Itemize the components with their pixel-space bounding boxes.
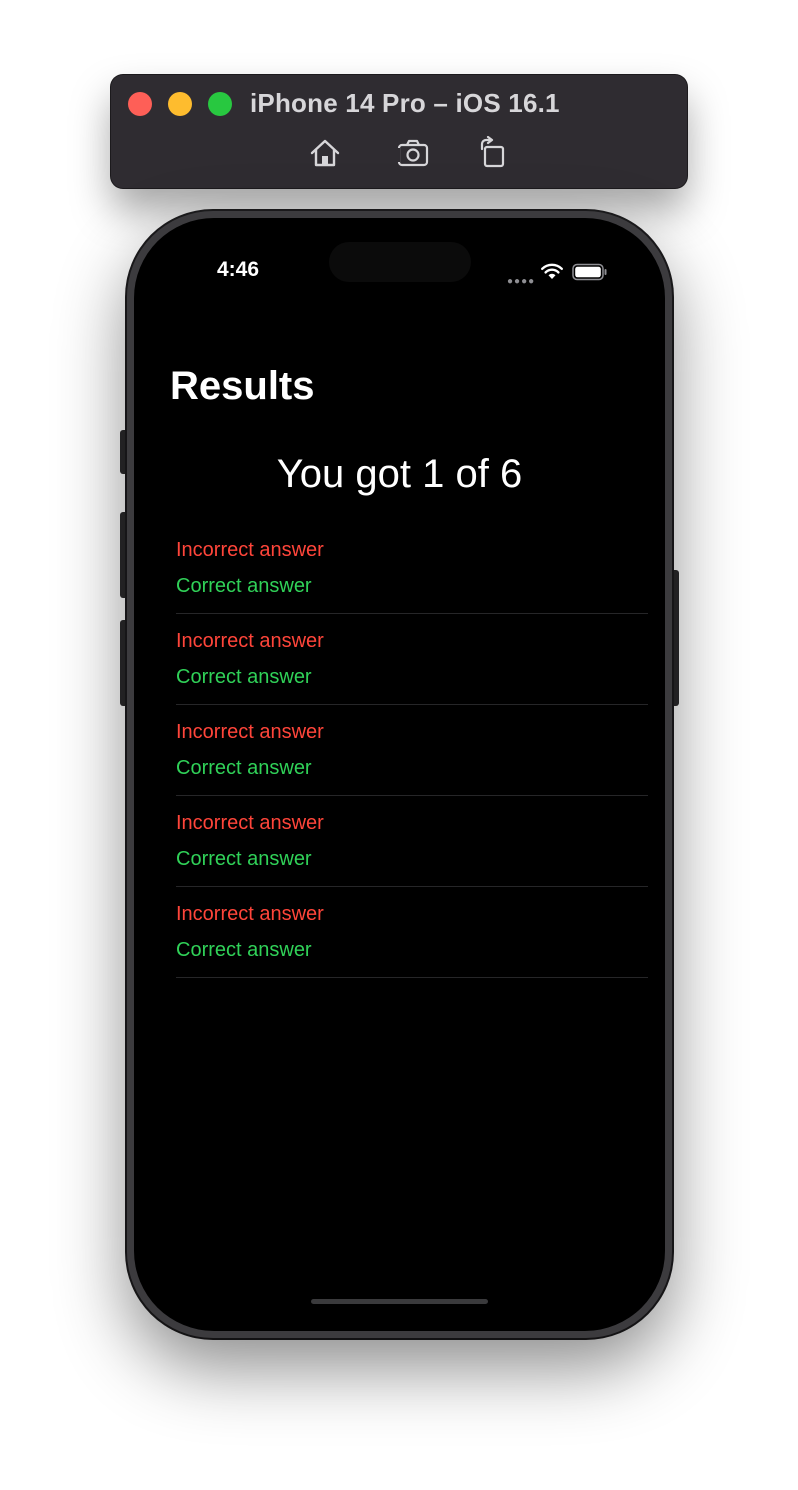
incorrect-answer-label: Incorrect answer xyxy=(176,721,324,743)
home-icon xyxy=(310,139,340,167)
screenshot-button[interactable] xyxy=(396,136,430,170)
answer-row: Incorrect answer Correct answer xyxy=(176,705,648,796)
zoom-window-button[interactable] xyxy=(208,92,232,116)
minimize-window-button[interactable] xyxy=(168,92,192,116)
answer-row: Incorrect answer Correct answer xyxy=(176,887,648,978)
correct-answer-label: Correct answer xyxy=(176,666,312,688)
rotate-icon xyxy=(480,136,505,168)
status-time: 4:46 xyxy=(217,258,260,281)
power-button xyxy=(671,570,679,706)
simulator-window: iPhone 14 Pro – iOS 16.1 4:46 ●●●● Resul… xyxy=(0,0,798,1490)
battery-icon xyxy=(572,263,607,281)
answer-list[interactable]: Incorrect answer Correct answer Incorrec… xyxy=(176,523,648,978)
correct-answer-label: Correct answer xyxy=(176,757,312,779)
dynamic-island xyxy=(329,242,471,282)
home-button[interactable] xyxy=(308,136,342,170)
incorrect-answer-label: Incorrect answer xyxy=(176,630,324,652)
correct-answer-label: Correct answer xyxy=(176,575,312,597)
simulator-title: iPhone 14 Pro – iOS 16.1 xyxy=(250,88,560,118)
score-text: You got 1 of 6 xyxy=(276,452,523,496)
answer-row: Incorrect answer Correct answer xyxy=(176,614,648,705)
answer-row: Incorrect answer Correct answer xyxy=(176,796,648,887)
home-indicator[interactable] xyxy=(311,1299,488,1304)
wifi-icon xyxy=(541,263,563,279)
answer-row: Incorrect answer Correct answer xyxy=(176,523,648,614)
incorrect-answer-label: Incorrect answer xyxy=(176,539,324,561)
correct-answer-label: Correct answer xyxy=(176,939,312,961)
close-window-button[interactable] xyxy=(128,92,152,116)
rotate-button[interactable] xyxy=(476,136,510,170)
cellular-dots-icon: ●●●● xyxy=(507,276,536,287)
page-title: Results xyxy=(170,364,315,408)
incorrect-answer-label: Incorrect answer xyxy=(176,812,324,834)
incorrect-answer-label: Incorrect answer xyxy=(176,903,324,925)
phone-screen: 4:46 ●●●● Results You got 1 of 6 Incorre… xyxy=(134,218,665,1331)
screenshot-icon xyxy=(397,139,429,167)
correct-answer-label: Correct answer xyxy=(176,848,312,870)
